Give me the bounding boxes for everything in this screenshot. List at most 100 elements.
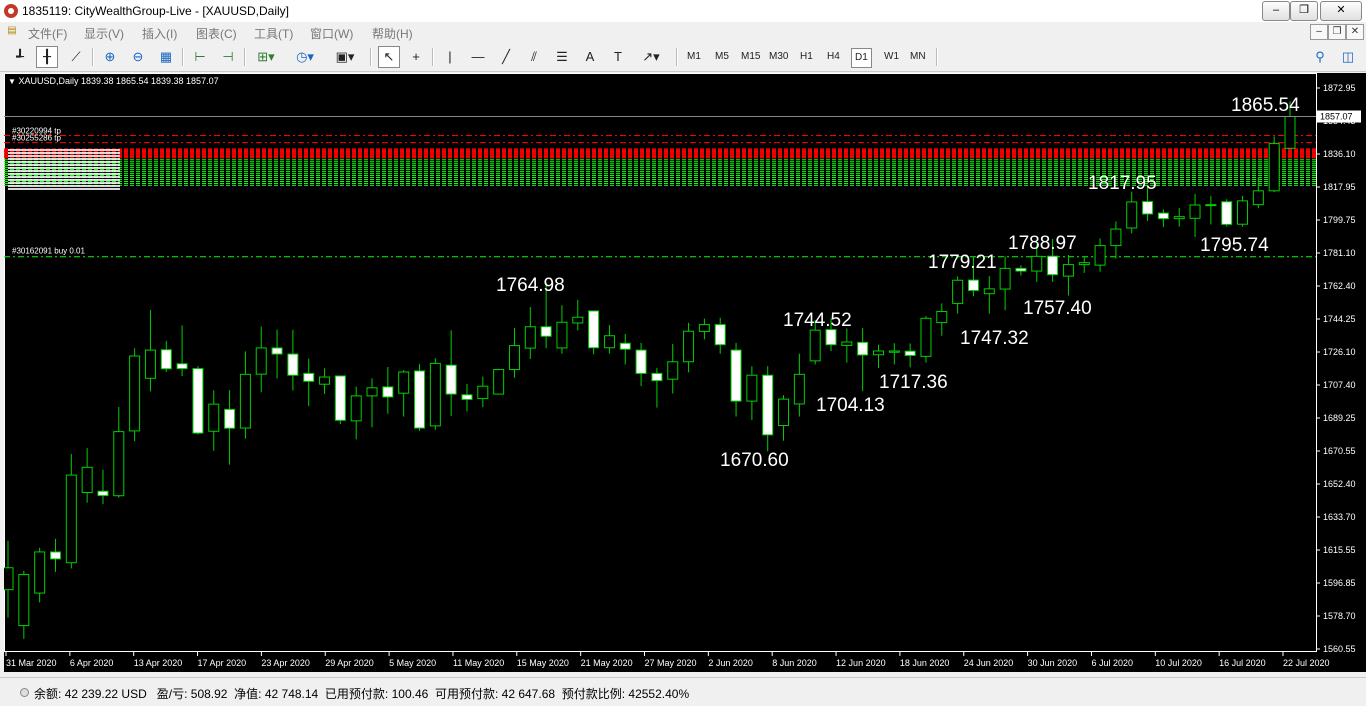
order-label-cluster bbox=[8, 148, 120, 151]
text-box-icon[interactable]: T bbox=[608, 47, 628, 67]
candle-body bbox=[18, 574, 30, 627]
candle-body bbox=[872, 350, 884, 356]
candle-body bbox=[999, 267, 1011, 290]
candle-body bbox=[224, 408, 236, 429]
candle-body bbox=[208, 403, 220, 432]
collapse-triangle-icon[interactable]: ▼ bbox=[8, 77, 16, 86]
vertical-line-icon[interactable]: | bbox=[440, 47, 460, 67]
search-icon[interactable]: ⚲ bbox=[1310, 47, 1330, 67]
timeframe-h4[interactable]: H4 bbox=[824, 48, 843, 66]
candle-body bbox=[81, 466, 93, 493]
chat-icon[interactable]: ◫ bbox=[1338, 47, 1358, 67]
equidistant-channel-icon[interactable]: ⫽ bbox=[524, 47, 544, 67]
candle-body bbox=[793, 373, 805, 405]
timeframe-m30[interactable]: M30 bbox=[766, 48, 791, 66]
candle-body bbox=[461, 394, 473, 400]
timeframe-m15[interactable]: M15 bbox=[738, 48, 763, 66]
child-restore-button[interactable]: ❐ bbox=[1328, 24, 1346, 40]
margin-level-value: 42552.40% bbox=[628, 687, 690, 701]
date-tick-label: 6 Jul 2020 bbox=[1091, 658, 1133, 668]
date-tick-label: 5 May 2020 bbox=[389, 658, 436, 668]
chart-header: ▼ XAUUSD,Daily 1839.38 1865.54 1839.38 1… bbox=[8, 76, 219, 86]
candle-body bbox=[1142, 201, 1154, 215]
menu-window[interactable]: 窗口(W) bbox=[310, 25, 353, 42]
date-tick-label: 6 Apr 2020 bbox=[70, 658, 114, 668]
price-annotation: 1717.36 bbox=[879, 372, 948, 393]
price-chart[interactable]: 1872.951854.451836.101817.951799.751781.… bbox=[4, 73, 1366, 672]
arrows-icon[interactable]: ↗▾ bbox=[636, 47, 666, 67]
maximize-button[interactable]: ❐ bbox=[1290, 1, 1318, 21]
price-annotation: 1704.13 bbox=[816, 395, 885, 416]
tile-windows-icon[interactable]: ▦ bbox=[156, 47, 176, 67]
candle-body bbox=[920, 317, 932, 357]
order-label-cluster bbox=[8, 151, 120, 154]
candle-body bbox=[255, 347, 267, 375]
periods-clock-icon[interactable]: ◷▾ bbox=[290, 47, 320, 67]
menu-charts[interactable]: 图表(C) bbox=[196, 25, 237, 42]
price-tick-label: 1707.40 bbox=[1323, 380, 1356, 390]
candle-body bbox=[572, 316, 584, 324]
candle-body bbox=[398, 371, 410, 394]
menu-view[interactable]: 显示(V) bbox=[84, 25, 124, 42]
timeframe-m5[interactable]: M5 bbox=[712, 48, 732, 66]
timeframe-w1[interactable]: W1 bbox=[881, 48, 902, 66]
candle-body bbox=[651, 372, 663, 382]
timeframe-mn[interactable]: MN bbox=[907, 48, 929, 66]
candle-body bbox=[967, 279, 979, 291]
status-bar: 余额: 42 239.22 USD 盈/亏: 508.92 净值: 42 748… bbox=[0, 677, 1366, 706]
candle-body bbox=[113, 431, 125, 497]
zoom-out-icon[interactable]: ⊖ bbox=[128, 47, 148, 67]
close-button[interactable]: ✕ bbox=[1320, 1, 1362, 21]
menu-insert[interactable]: 插入(I) bbox=[142, 25, 177, 42]
date-tick-label: 17 Apr 2020 bbox=[198, 658, 247, 668]
minimize-button[interactable]: – bbox=[1262, 1, 1290, 21]
horizontal-line-icon[interactable]: — bbox=[468, 47, 488, 67]
zoom-in-icon[interactable]: ⊕ bbox=[100, 47, 120, 67]
balance-label: 余额: bbox=[34, 687, 62, 701]
chart-canvas: 1872.951854.451836.101817.951799.751781.… bbox=[4, 73, 1361, 668]
indicators-icon[interactable]: ⊞▾ bbox=[252, 47, 280, 67]
text-label-icon[interactable]: A bbox=[580, 47, 600, 67]
candle-body bbox=[1221, 201, 1233, 225]
templates-icon[interactable]: ▣▾ bbox=[330, 47, 360, 67]
candle-body bbox=[683, 330, 695, 363]
cursor-arrow-icon[interactable]: ↖ bbox=[378, 46, 400, 68]
order-label-cluster bbox=[8, 184, 120, 187]
candle-body bbox=[1237, 200, 1249, 225]
margin-value: 100.46 bbox=[391, 687, 429, 701]
price-tick-label: 1596.85 bbox=[1323, 578, 1356, 588]
line-chart-icon[interactable]: ⟋ bbox=[66, 47, 86, 67]
timeframe-h1[interactable]: H1 bbox=[797, 48, 816, 66]
menu-help[interactable]: 帮助(H) bbox=[372, 25, 413, 42]
candle-body bbox=[698, 324, 710, 332]
chart-shift-icon[interactable]: ⊢ bbox=[190, 47, 210, 67]
menu-tools[interactable]: 工具(T) bbox=[254, 25, 293, 42]
candle-body bbox=[540, 326, 552, 337]
child-close-button[interactable]: ✕ bbox=[1346, 24, 1364, 40]
title-bar: 1835119: CityWealthGroup-Live - [XAUUSD,… bbox=[0, 0, 1366, 23]
candle-body bbox=[429, 362, 441, 427]
bar-chart-icon[interactable]: ┹ bbox=[10, 47, 30, 67]
timeframe-d1[interactable]: D1 bbox=[851, 48, 872, 68]
candle-body bbox=[176, 363, 188, 370]
date-tick-label: 8 Jun 2020 bbox=[772, 658, 817, 668]
buy-order-label: #30162091 buy 0.01 bbox=[12, 247, 86, 256]
autoscroll-icon[interactable]: ⊣ bbox=[218, 47, 238, 67]
date-tick-label: 29 Apr 2020 bbox=[325, 658, 374, 668]
menu-file[interactable]: 文件(F) bbox=[28, 25, 67, 42]
fibonacci-icon[interactable]: ☰ bbox=[552, 47, 572, 67]
child-minimize-button[interactable]: – bbox=[1310, 24, 1328, 40]
order-label-cluster bbox=[8, 166, 120, 169]
candle-body bbox=[1062, 264, 1074, 277]
candle-body bbox=[904, 350, 916, 356]
candle-body bbox=[778, 398, 790, 427]
candle-body bbox=[714, 324, 726, 346]
take-profit-label: #30255286 tp bbox=[12, 134, 61, 143]
candle-body bbox=[287, 353, 299, 376]
candle-body bbox=[841, 341, 853, 346]
trendline-icon[interactable]: ╱ bbox=[496, 47, 516, 67]
candle-body bbox=[1015, 267, 1027, 272]
timeframe-m1[interactable]: M1 bbox=[684, 48, 704, 66]
candlestick-chart-icon[interactable]: ╂ bbox=[36, 46, 58, 68]
crosshair-icon[interactable]: + bbox=[406, 47, 426, 67]
